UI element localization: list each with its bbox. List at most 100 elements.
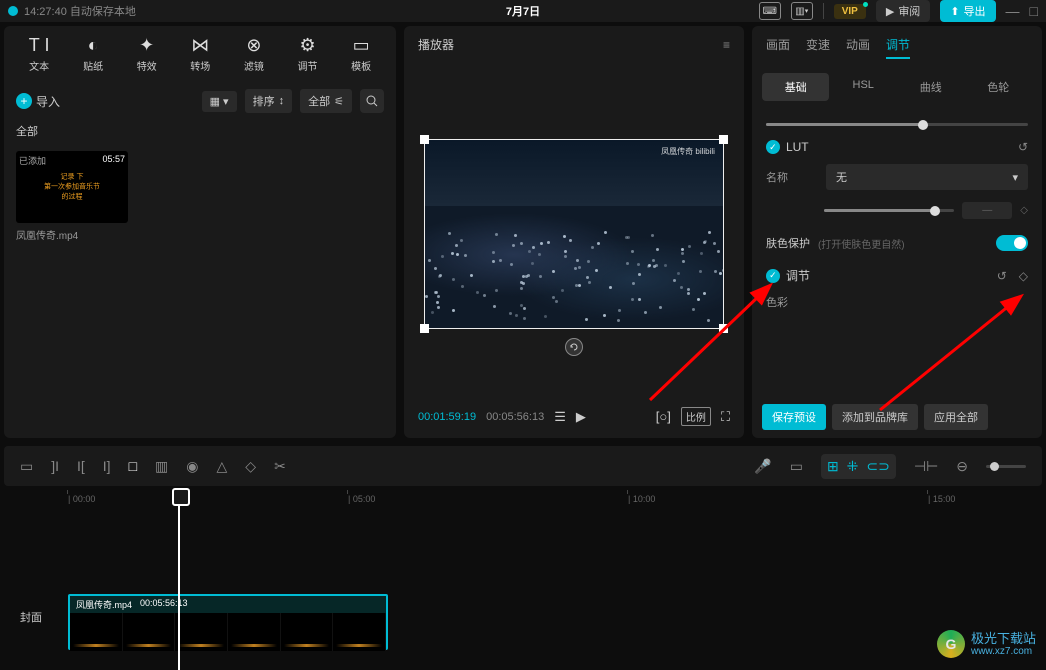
crop-icon[interactable]: ✂ (274, 458, 286, 475)
tool-tab-3[interactable]: ⋈转场 (190, 34, 210, 73)
video-content: 凤凰传奇 bilibili (425, 140, 723, 328)
tool-tab-6[interactable]: ▭模板 (351, 34, 371, 73)
tool-tab-2[interactable]: ✦特效 (137, 34, 157, 73)
tool-tab-0[interactable]: T I文本 (29, 34, 50, 73)
adjust-subtab-3[interactable]: 色轮 (965, 73, 1033, 101)
player-menu-icon[interactable]: ≡ (723, 38, 730, 52)
split-left-icon[interactable]: ]I (51, 458, 59, 474)
list-icon[interactable]: ☰ (554, 409, 566, 425)
inspector-tab-1[interactable]: 变速 (806, 36, 830, 59)
snap-icon[interactable]: ⊞ (827, 458, 839, 475)
tab-icon: ⊗ (244, 34, 264, 56)
ruler-mark: | 10:00 (628, 494, 655, 504)
search-icon (366, 95, 378, 107)
media-panel: T I文本 ◐贴纸 ✦特效 ⋈转场 ⊗滤镜 ⚙调节 ▭模板 + 导入 ▦ ▾ 排序 ↕ 全部… (4, 26, 396, 438)
mic-icon[interactable]: 🎤 (754, 458, 771, 475)
save-preset-button[interactable]: 保存预设 (762, 404, 826, 430)
adjust-subtab-0[interactable]: 基础 (762, 73, 830, 101)
sort-button[interactable]: 排序 ↕ (245, 89, 293, 113)
autosave-text: 14:27:40 自动保存本地 (24, 3, 136, 19)
tool-tab-5[interactable]: ⚙调节 (298, 34, 318, 73)
minimize-button[interactable]: — (1006, 3, 1020, 19)
keyboard-icon[interactable]: ⌨ (759, 2, 781, 20)
timeline-clip[interactable]: 凤凰传奇.mp4 00:05:56:13 (68, 594, 388, 650)
import-button[interactable]: + 导入 (16, 93, 60, 110)
align-icon[interactable]: ⊣⊢ (914, 458, 938, 475)
media-filename: 凤凰传奇.mp4 (16, 227, 128, 242)
lut-check-icon[interactable]: ✓ (766, 140, 780, 154)
split-icon[interactable]: I[ (77, 458, 85, 474)
top-slider[interactable] (766, 123, 1028, 126)
split-right-icon[interactable]: I] (103, 458, 111, 474)
ruler-mark: | 05:00 (348, 494, 375, 504)
rotate-tool-icon[interactable]: ◇ (245, 458, 256, 475)
inspector-tab-2[interactable]: 动画 (846, 36, 870, 59)
zoom-out-icon[interactable]: ⊖ (956, 458, 968, 475)
export-button[interactable]: ⬆导出 (940, 0, 995, 22)
speed-icon[interactable]: ◉ (186, 458, 198, 475)
play-button[interactable]: ▶ (576, 409, 586, 425)
adjust-reset-icon[interactable]: ↺ (997, 269, 1007, 283)
resize-handle-tl[interactable] (420, 135, 429, 144)
adjust-check-icon[interactable]: ✓ (766, 269, 780, 283)
video-frame[interactable]: 凤凰传奇 bilibili (424, 139, 724, 329)
cut-tool-icon[interactable]: □ (129, 458, 137, 474)
playhead[interactable] (178, 490, 180, 670)
rotate-handle[interactable] (565, 338, 583, 356)
add-brand-button[interactable]: 添加到品牌库 (832, 404, 918, 430)
tab-icon: ⚙ (298, 34, 318, 56)
resize-handle-bl[interactable] (420, 324, 429, 333)
category-label[interactable]: 全部 (4, 119, 396, 143)
adjust-keyframe-icon[interactable]: ◇ (1019, 269, 1028, 283)
inspector-tab-3[interactable]: 调节 (886, 36, 910, 59)
tab-icon: ◐ (83, 34, 103, 56)
link-icon[interactable]: ⊂⊃ (866, 458, 889, 475)
lut-name-label: 名称 (766, 169, 816, 185)
adjust-subtab-1[interactable]: HSL (829, 73, 897, 101)
ruler-mark: | 00:00 (68, 494, 95, 504)
media-thumbnail[interactable]: 已添加 05:57 记录 下第一次参加音乐节的过程 (16, 151, 128, 223)
media-item[interactable]: 已添加 05:57 记录 下第一次参加音乐节的过程 凤凰传奇.mp4 (16, 151, 128, 242)
tool-tab-4[interactable]: ⊗滤镜 (244, 34, 264, 73)
layout-icon[interactable]: ▥▾ (791, 2, 813, 20)
filter-all-button[interactable]: 全部 ⚟ (300, 89, 352, 113)
keyframe-icon[interactable]: ◇ (1020, 205, 1028, 216)
skin-protect-hint: (打开使肤色更自然) (818, 236, 905, 251)
resize-handle-tr[interactable] (719, 135, 728, 144)
tab-icon: ▭ (351, 34, 371, 56)
view-grid-button[interactable]: ▦ ▾ (202, 91, 237, 112)
frames-icon[interactable]: ▥ (155, 458, 168, 475)
chevron-down-icon: ▾ (1012, 171, 1018, 184)
select-tool-icon[interactable]: ▭ (20, 458, 33, 475)
tool-tab-1[interactable]: ◐贴纸 (83, 34, 103, 73)
lut-intensity-value[interactable]: — (962, 202, 1012, 219)
autosave-indicator (8, 6, 18, 16)
color-section-label: 色彩 (766, 294, 1028, 310)
maximize-button[interactable]: □ (1030, 3, 1038, 19)
skin-protect-toggle[interactable] (996, 235, 1028, 251)
review-button[interactable]: ▶审阅 (876, 0, 930, 22)
record-icon[interactable]: ▭ (790, 458, 803, 475)
focus-icon[interactable]: [○] (656, 409, 671, 424)
adjust-subtab-2[interactable]: 曲线 (897, 73, 965, 101)
ratio-button[interactable]: 比例 (681, 407, 711, 426)
video-watermark: 凤凰传奇 bilibili (661, 146, 715, 157)
lut-reset-icon[interactable]: ↺ (1018, 140, 1028, 154)
review-icon: ▶ (886, 5, 894, 18)
site-watermark: G 极光下载站 www.xz7.com (937, 630, 1036, 658)
lut-select[interactable]: 无 ▾ (826, 164, 1028, 190)
vip-badge[interactable]: VIP (834, 4, 866, 19)
zoom-slider[interactable] (986, 465, 1026, 468)
inspector-tab-0[interactable]: 画面 (766, 36, 790, 59)
lut-intensity-slider[interactable] (824, 209, 954, 212)
apply-all-button[interactable]: 应用全部 (924, 404, 988, 430)
search-button[interactable] (360, 89, 384, 113)
resize-handle-br[interactable] (719, 324, 728, 333)
cover-label[interactable]: 封面 (20, 609, 42, 625)
mirror-icon[interactable]: △ (217, 458, 228, 475)
fullscreen-icon[interactable]: ⛶ (721, 409, 730, 425)
magnet-icon[interactable]: ⁜ (847, 458, 859, 475)
adjust-title: 调节 (786, 267, 810, 284)
current-time: 00:01:59:19 (418, 411, 476, 423)
export-icon: ⬆ (950, 5, 959, 18)
